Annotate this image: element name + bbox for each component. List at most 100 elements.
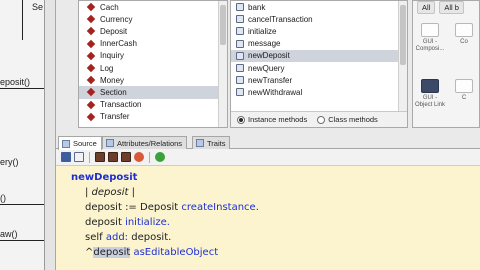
method-name-label: newWithdrawal xyxy=(248,87,303,97)
plugin-label: Co xyxy=(460,39,468,45)
composite-icon xyxy=(421,23,439,37)
code-token: Deposit xyxy=(140,202,179,213)
method-list-item[interactable]: bank xyxy=(231,1,407,13)
method-list: bank cancelTransaction initialize message ne… xyxy=(231,1,407,99)
class-list-item[interactable]: Transaction xyxy=(79,99,227,111)
plugin-label: C xyxy=(461,95,467,101)
class-methods-label[interactable]: Class methods xyxy=(328,115,378,124)
editor-tab-bar: Source Attributes/Relations Traits xyxy=(56,135,480,150)
toolbar-separator xyxy=(89,151,90,163)
run-icon[interactable] xyxy=(155,152,165,162)
method-list-pane[interactable]: bank cancelTransaction initialize message ne… xyxy=(230,0,408,128)
class-icon xyxy=(86,27,96,36)
method-icon xyxy=(236,88,244,97)
code-token: self xyxy=(85,232,103,243)
method-name-label: message xyxy=(248,39,281,49)
instance-methods-radio[interactable] xyxy=(237,115,245,124)
class-list-pane[interactable]: Cach Currency Deposit InnerCash Inquiry Log Mo… xyxy=(78,0,228,128)
plugin-gui-object-link[interactable]: GUI - Object Link xyxy=(415,79,445,109)
class-list-item[interactable]: Log xyxy=(79,62,227,74)
method-list-item[interactable]: newQuery xyxy=(231,62,407,74)
class-name-label: Transfer xyxy=(100,112,130,122)
class-list-scrollbar[interactable] xyxy=(218,1,227,127)
method-scope-selector: Instance methods Class methods xyxy=(231,111,407,127)
plugin-label: GUI - Composi... xyxy=(415,39,445,52)
class-list-item[interactable]: Section xyxy=(79,86,227,99)
traits-icon xyxy=(196,139,204,147)
method-icon xyxy=(236,64,244,73)
code-token: deposit xyxy=(85,202,122,213)
method-list-item[interactable]: cancelTransaction xyxy=(231,13,407,25)
code-token: deposit xyxy=(85,217,122,228)
class-icon xyxy=(86,39,96,48)
instance-methods-label[interactable]: Instance methods xyxy=(248,115,307,124)
code-line-2: deposit := Deposit createInstance. xyxy=(85,202,259,213)
source-code-editor[interactable]: newDeposit | deposit | deposit := Deposi… xyxy=(56,166,480,270)
class-list-item[interactable]: Cach xyxy=(79,1,227,13)
class-list-item[interactable]: Money xyxy=(79,74,227,86)
tab-source[interactable]: Source xyxy=(58,136,102,150)
method-name-label: newTransfer xyxy=(248,75,293,85)
code-line-3: deposit initialize. xyxy=(85,217,170,228)
plugin-tab-all[interactable]: All xyxy=(417,1,436,14)
class-icon xyxy=(86,100,96,109)
method-name-label: initialize xyxy=(248,26,277,36)
code-token: := xyxy=(125,202,137,213)
class-list-item[interactable]: Inquiry xyxy=(79,50,227,62)
plugin-gui-composite[interactable]: GUI - Composi... xyxy=(415,23,445,53)
method-list-item[interactable]: newDeposit xyxy=(231,49,407,62)
method-icon xyxy=(236,3,244,12)
tab-label: Source xyxy=(73,139,97,148)
diagram-label: ery() xyxy=(0,157,19,167)
class-browser-window: Cach Currency Deposit InnerCash Inquiry Log Mo… xyxy=(56,0,480,270)
class-list-item[interactable]: Currency xyxy=(79,13,227,25)
class-list-item[interactable]: InnerCash xyxy=(79,38,227,50)
class-list-item[interactable]: Transfer xyxy=(79,111,227,123)
diagram-message-line xyxy=(0,240,44,241)
plugin-co[interactable]: Co xyxy=(449,23,479,46)
method-list-item[interactable]: newWithdrawal xyxy=(231,86,407,98)
method-list-item[interactable]: message xyxy=(231,38,407,50)
class-name-label: InnerCash xyxy=(100,39,137,49)
class-methods-radio[interactable] xyxy=(317,115,326,124)
method-list-item[interactable]: newTransfer xyxy=(231,74,407,86)
tab-attributes-relations[interactable]: Attributes/Relations xyxy=(102,136,188,149)
code-line-5: ^deposit asEditableObject xyxy=(85,247,218,258)
class-name-label: Transaction xyxy=(100,100,142,110)
class-icon xyxy=(86,2,96,12)
apple-icon[interactable] xyxy=(134,152,144,162)
plugin-icon xyxy=(455,23,473,37)
class-name-label: Inquiry xyxy=(100,51,125,61)
method-list-item[interactable]: initialize xyxy=(231,25,407,37)
method-name-label: bank xyxy=(248,2,266,12)
class-name-label: Money xyxy=(100,75,125,85)
object-link-icon xyxy=(421,79,439,93)
class-icon xyxy=(86,15,96,24)
method-list-scrollbar[interactable] xyxy=(398,1,407,113)
diagram-activation-box xyxy=(44,0,55,270)
class-list: Cach Currency Deposit InnerCash Inquiry Log Mo… xyxy=(79,1,227,123)
class-name-label: Log xyxy=(100,63,114,73)
attributes-icon xyxy=(106,139,114,147)
plugins-pane: All All b GUI - Composi... Co GUI - Obje… xyxy=(412,0,480,128)
code-token: add: xyxy=(105,232,129,243)
code-token: initialize. xyxy=(125,217,170,228)
tab-traits[interactable]: Traits xyxy=(192,136,231,149)
class-list-item[interactable]: Deposit xyxy=(79,25,227,37)
diagram-lifeline xyxy=(22,0,23,40)
code-token: deposit xyxy=(93,247,131,258)
plugin-c[interactable]: C xyxy=(449,79,479,102)
copy-icon[interactable] xyxy=(74,152,84,162)
diagram-label: () xyxy=(0,193,6,203)
explore-icon[interactable] xyxy=(108,152,118,162)
inspect-icon[interactable] xyxy=(95,152,105,162)
class-icon xyxy=(86,63,96,73)
source-icon xyxy=(62,139,70,148)
class-icon xyxy=(86,51,96,61)
save-icon[interactable] xyxy=(61,152,71,162)
diagram-label: eposit() xyxy=(0,77,31,87)
method-icon xyxy=(236,27,244,36)
debug-icon[interactable] xyxy=(121,152,131,162)
plugin-tab-all-b[interactable]: All b xyxy=(439,1,464,14)
code-line-4: self add: deposit. xyxy=(85,232,171,243)
